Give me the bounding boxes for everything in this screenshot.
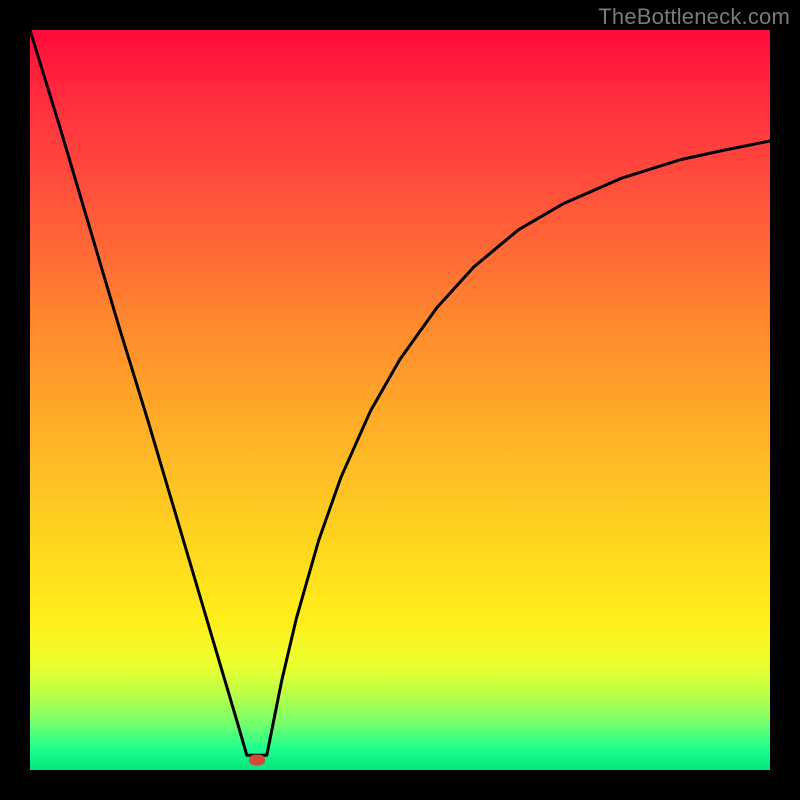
curve-layer [30, 30, 770, 770]
bottleneck-curve [30, 30, 770, 755]
chart-frame: TheBottleneck.com [0, 0, 800, 800]
watermark-text: TheBottleneck.com [598, 4, 790, 30]
minimum-marker [249, 755, 265, 766]
